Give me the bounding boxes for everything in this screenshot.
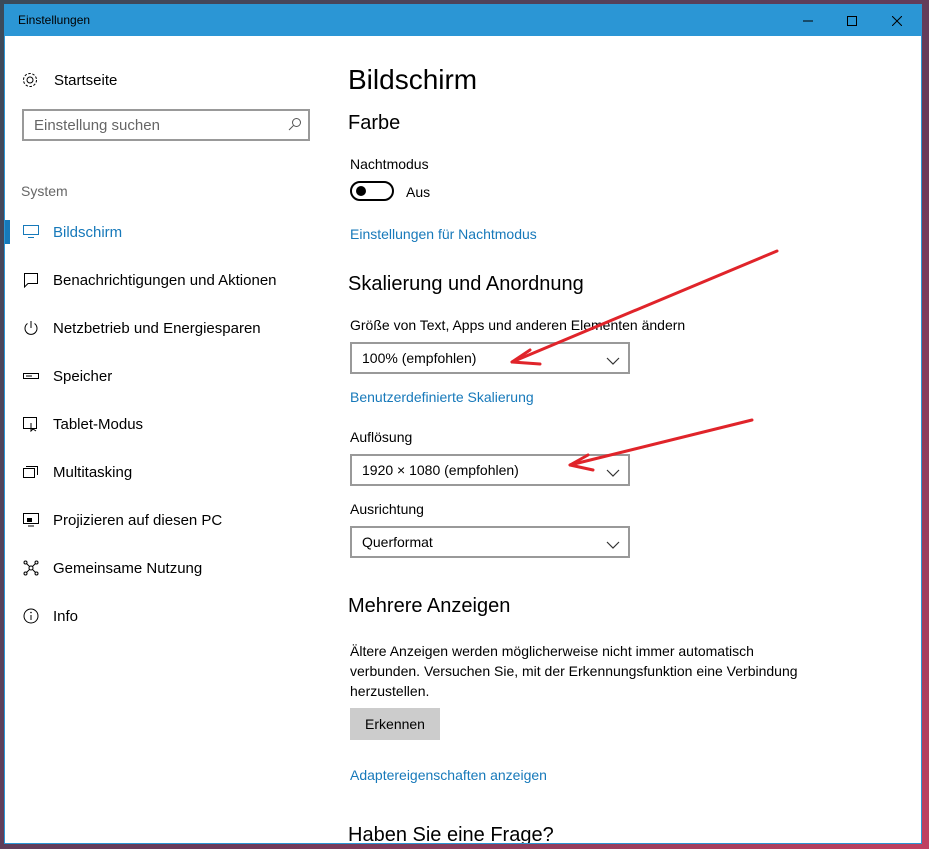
- chevron-down-icon: [606, 537, 620, 555]
- sidebar-item-info[interactable]: Info: [5, 592, 327, 640]
- orientation-label: Ausrichtung: [350, 501, 424, 517]
- adapter-properties-link[interactable]: Adaptereigenschaften anzeigen: [350, 767, 547, 783]
- multi-display-text: Ältere Anzeigen werden möglicherweise ni…: [350, 643, 798, 699]
- storage-icon: [21, 366, 41, 386]
- orientation-value: Querformat: [362, 534, 433, 550]
- scaling-value: 100% (empfohlen): [362, 350, 477, 366]
- settings-window: Einstellungen Startseite Einstellung suc…: [4, 4, 922, 844]
- sidebar-item-power[interactable]: Netzbetrieb und Energiesparen: [5, 304, 327, 352]
- sidebar-item-multitasking[interactable]: Multitasking: [5, 448, 327, 496]
- resolution-dropdown[interactable]: 1920 × 1080 (empfohlen): [350, 454, 630, 486]
- sidebar-item-label: Projizieren auf diesen PC: [53, 511, 223, 529]
- power-icon: [21, 318, 41, 338]
- sidebar-item-share[interactable]: Gemeinsame Nutzung: [5, 544, 327, 592]
- minimize-icon: [803, 20, 813, 21]
- window-title: Einstellungen: [18, 13, 91, 27]
- detect-button[interactable]: Erkennen: [350, 708, 440, 740]
- search-icon[interactable]: [288, 117, 302, 136]
- info-icon: [21, 606, 41, 626]
- night-mode-label: Nachtmodus: [350, 156, 429, 172]
- color-heading: Farbe: [348, 112, 401, 134]
- night-mode-toggle[interactable]: [350, 181, 394, 201]
- monitor-icon: [21, 222, 41, 242]
- gear-icon: [21, 70, 41, 90]
- sidebar-item-project[interactable]: Projizieren auf diesen PC: [5, 496, 327, 544]
- sidebar-item-label: Gemeinsame Nutzung: [53, 559, 203, 577]
- close-button[interactable]: [874, 5, 920, 36]
- project-icon: [21, 510, 41, 530]
- sidebar-item-tablet[interactable]: Tablet-Modus: [5, 400, 327, 448]
- orientation-dropdown[interactable]: Querformat: [350, 526, 630, 558]
- chevron-down-icon: [606, 465, 620, 483]
- custom-scaling-link[interactable]: Benutzerdefinierte Skalierung: [350, 389, 534, 405]
- night-mode-settings-link[interactable]: Einstellungen für Nachtmodus: [350, 226, 537, 242]
- sidebar-item-storage[interactable]: Speicher: [5, 352, 327, 400]
- resolution-label: Auflösung: [350, 429, 413, 445]
- multitasking-icon: [21, 462, 41, 482]
- maximize-icon: [847, 15, 857, 26]
- search-placeholder: Einstellung suchen: [34, 117, 160, 134]
- maximize-button[interactable]: [829, 5, 875, 36]
- size-label: Größe von Text, Apps und anderen Element…: [350, 317, 686, 333]
- close-icon: [892, 15, 902, 26]
- sidebar-item-label: Bildschirm: [53, 223, 123, 241]
- sidebar-item-label: Benachrichtigungen und Aktionen: [53, 271, 277, 289]
- sidebar-item-label: Tablet-Modus: [53, 415, 144, 433]
- sidebar-item-label: Speicher: [53, 367, 113, 385]
- multi-display-heading: Mehrere Anzeigen: [348, 595, 511, 617]
- sidebar-item-bildschirm[interactable]: Bildschirm: [5, 208, 327, 256]
- tablet-icon: [21, 414, 41, 434]
- sidebar-item-label: Netzbetrieb und Energiesparen: [53, 319, 261, 337]
- sidebar-item-label: Info: [53, 607, 79, 625]
- question-heading: Haben Sie eine Frage?: [348, 824, 554, 844]
- search-input[interactable]: Einstellung suchen: [22, 109, 310, 141]
- toggle-knob: [356, 186, 366, 196]
- scaling-dropdown[interactable]: 100% (empfohlen): [350, 342, 630, 374]
- sidebar-nav: Bildschirm Benachrichtigungen und Aktion…: [5, 208, 327, 640]
- scaling-heading: Skalierung und Anordnung: [348, 273, 584, 295]
- sidebar-item-label: Multitasking: [53, 463, 133, 481]
- page-title: Bildschirm: [348, 64, 478, 95]
- night-mode-state: Aus: [406, 184, 431, 200]
- minimize-button[interactable]: [785, 5, 831, 36]
- share-icon: [21, 558, 41, 578]
- sidebar: Startseite Einstellung suchen System Bil…: [5, 36, 327, 843]
- notification-icon: [21, 270, 41, 290]
- section-label: System: [21, 183, 68, 199]
- resolution-value: 1920 × 1080 (empfohlen): [362, 462, 519, 478]
- home-label: Startseite: [54, 71, 118, 89]
- home-link[interactable]: Startseite: [21, 69, 117, 91]
- chevron-down-icon: [606, 353, 620, 371]
- sidebar-item-notifications[interactable]: Benachrichtigungen und Aktionen: [5, 256, 327, 304]
- title-bar[interactable]: Einstellungen: [5, 5, 921, 36]
